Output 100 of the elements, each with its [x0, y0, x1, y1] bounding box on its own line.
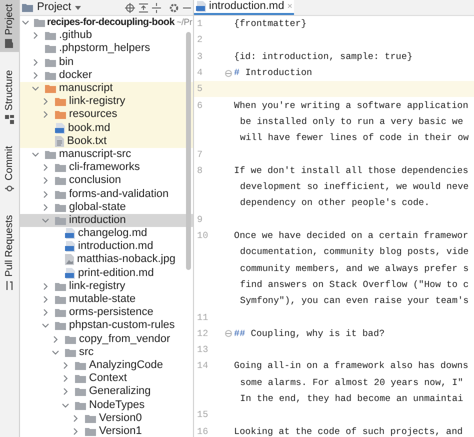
- tree-item[interactable]: mutable-state: [20, 292, 193, 306]
- file-name: Generalizing: [89, 385, 151, 398]
- chevron-right-icon[interactable]: [62, 375, 69, 382]
- chevron-right-icon[interactable]: [42, 177, 49, 184]
- folder-icon: [45, 31, 56, 40]
- chevron-right-icon[interactable]: [42, 204, 49, 211]
- folder-icon: [34, 18, 45, 28]
- tree-item[interactable]: phpstan-custom-rules: [20, 319, 193, 332]
- tree-item[interactable]: matthias-noback.jpg: [20, 253, 193, 267]
- chevron-right-icon[interactable]: [72, 414, 79, 422]
- tool-window-tab[interactable]: Project: [0, 0, 19, 52]
- folder-icon: [85, 414, 96, 423]
- tree-item[interactable]: bin: [20, 56, 193, 69]
- chevron-right-icon[interactable]: [62, 362, 69, 369]
- tool-window-tab[interactable]: Pull Requests: [0, 211, 19, 294]
- folder-icon: [55, 321, 66, 330]
- line-number: 12: [196, 326, 210, 341]
- tree-item[interactable]: NodeTypes: [20, 398, 193, 412]
- tree-item[interactable]: forms-and-validation: [20, 187, 193, 201]
- tree-item[interactable]: AnalyzingCode: [20, 358, 193, 372]
- tree-item[interactable]: Version0: [20, 412, 193, 425]
- tree-item[interactable]: src: [20, 346, 193, 359]
- pull-request-icon: [5, 280, 14, 290]
- tree-item[interactable]: Book.txt: [20, 134, 193, 148]
- tree-item[interactable]: Version1: [20, 424, 193, 437]
- chevron-right-icon[interactable]: [52, 336, 59, 343]
- chevron-right-icon[interactable]: [32, 72, 39, 79]
- tree-item[interactable]: manuscript: [20, 82, 193, 96]
- chevron-down-icon[interactable]: [52, 348, 59, 356]
- heading-line: # Introduction: [234, 66, 312, 80]
- chevron-down-icon[interactable]: [32, 85, 39, 92]
- tree-item[interactable]: orms-persistence: [20, 306, 193, 320]
- folder-icon: [65, 348, 76, 357]
- tool-window-tab[interactable]: Structure: [0, 66, 19, 128]
- file-name: NodeTypes: [89, 398, 145, 412]
- chevron-right-icon[interactable]: [42, 111, 49, 118]
- tree-item[interactable]: conclusion: [20, 174, 193, 188]
- text-line: Once we have decided on a certain framewor: [234, 229, 468, 243]
- tree-item[interactable]: cli-frameworks: [20, 161, 193, 174]
- chevron-down-icon[interactable]: [22, 19, 29, 26]
- tree-item[interactable]: link-registry: [20, 280, 193, 293]
- chevron-right-icon[interactable]: [42, 190, 49, 198]
- image-file-icon: [65, 254, 74, 266]
- folder-icon: [5, 39, 14, 48]
- tree-item[interactable]: resources: [20, 108, 193, 122]
- chevron-right-icon[interactable]: [32, 32, 39, 40]
- tree-item[interactable]: link-registry: [20, 95, 193, 108]
- file-name: orms-persistence: [69, 306, 154, 320]
- tree-item[interactable]: manuscript-src: [20, 148, 193, 162]
- markdown-file-icon: [196, 1, 206, 12]
- folder-icon: [45, 44, 56, 54]
- line-number: 16: [196, 424, 210, 437]
- collapse-all-icon[interactable]: [139, 2, 148, 12]
- tree-item[interactable]: book.md: [20, 122, 193, 135]
- chevron-right-icon[interactable]: [42, 296, 49, 304]
- tree-item[interactable]: .phpstorm_helpers: [20, 42, 193, 56]
- tree-item[interactable]: introduction: [20, 214, 193, 227]
- text-line: dependency on other people's code.: [239, 196, 430, 210]
- tree-item[interactable]: .github: [20, 29, 193, 42]
- tree-item[interactable]: recipes-for-decoupling-book ~/Pr: [20, 16, 193, 30]
- chevron-right-icon[interactable]: [62, 388, 69, 396]
- editor-tab[interactable]: introduction.md ×: [194, 0, 294, 15]
- folder-icon: [55, 163, 66, 172]
- chevron-right-icon[interactable]: [42, 164, 49, 172]
- chevron-right-icon[interactable]: [42, 98, 49, 106]
- folder-icon: [75, 360, 86, 370]
- chevron-right-icon[interactable]: [42, 282, 49, 290]
- expand-all-icon[interactable]: [152, 2, 161, 12]
- tree-item[interactable]: docker: [20, 68, 193, 82]
- chevron-down-icon[interactable]: [32, 150, 39, 158]
- tree-item[interactable]: global-state: [20, 200, 193, 214]
- panel-title[interactable]: Project: [37, 0, 72, 16]
- folder-icon: [85, 426, 96, 436]
- line-number: 2: [196, 33, 204, 48]
- tree-item[interactable]: introduction.md: [20, 240, 193, 254]
- chevron-down-icon[interactable]: [42, 322, 49, 330]
- chevron-right-icon[interactable]: [42, 309, 49, 316]
- text-line: development so inefficient, we would neve: [239, 180, 469, 194]
- tool-window-tab[interactable]: Commit: [0, 142, 19, 198]
- text-line: will have fewer lines of code in their ow: [239, 131, 469, 146]
- tree-item[interactable]: print-edition.md: [20, 266, 193, 280]
- file-name: mutable-state: [69, 293, 136, 306]
- chevron-right-icon[interactable]: [72, 428, 79, 435]
- crosshair-icon[interactable]: [125, 2, 135, 12]
- folder-icon: [75, 387, 86, 396]
- fold-marker-icon[interactable]: [225, 330, 232, 338]
- folder-icon: [55, 308, 66, 318]
- chevron-down-icon[interactable]: [62, 402, 69, 409]
- caret-icon[interactable]: [75, 6, 82, 10]
- folder-icon: [75, 374, 86, 384]
- chevron-right-icon[interactable]: [32, 58, 39, 66]
- chevron-down-icon[interactable]: [42, 216, 49, 224]
- tree-item[interactable]: copy_from_vendor: [20, 332, 193, 346]
- line-number: 14: [196, 359, 210, 374]
- fold-marker-icon[interactable]: [225, 70, 232, 77]
- tree-item[interactable]: Generalizing: [20, 385, 193, 398]
- scrollbar[interactable]: [186, 32, 191, 270]
- tree-item[interactable]: Context: [20, 372, 193, 386]
- settings-icon[interactable]: [169, 2, 179, 12]
- tree-item[interactable]: changelog.md: [20, 227, 193, 240]
